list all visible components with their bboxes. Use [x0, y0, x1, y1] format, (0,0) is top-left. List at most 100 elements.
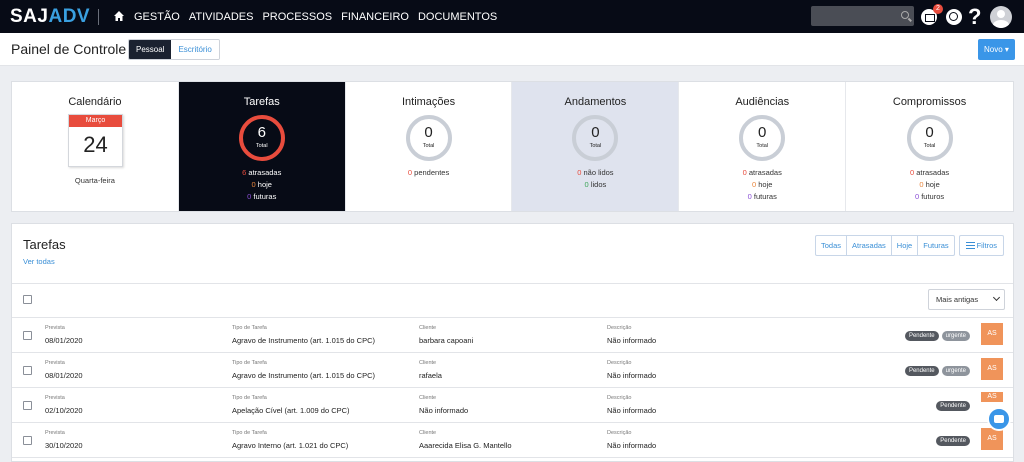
avatar[interactable]: [990, 6, 1012, 28]
row-checkbox[interactable]: [23, 436, 32, 445]
nav-financeiro[interactable]: FINANCEIRO: [341, 11, 409, 23]
page-header: Painel de Controle Pessoal Escritório No…: [0, 33, 1024, 66]
card-audiencias[interactable]: Audiências 0 Total 0 atrasadas 0 hoje 0 …: [679, 82, 847, 211]
tipo-value: Agravo de Instrumento (art. 1.015 do CPC…: [232, 371, 375, 380]
toggle-escritorio[interactable]: Escritório: [171, 40, 219, 59]
total-ring: 0 Total: [405, 115, 452, 161]
novo-button[interactable]: Novo ▾: [978, 39, 1015, 60]
total-label: Total: [756, 143, 769, 149]
card-tarefas[interactable]: Tarefas 6 Total 6 atrasadas 0 hoje 0 fut…: [178, 82, 346, 211]
status-badge: Pendente: [936, 436, 970, 446]
total-count: 0: [758, 124, 767, 141]
descricao-value: Não informado: [607, 336, 657, 345]
page-title: Painel de Controle: [11, 41, 127, 57]
logo-adv: ADV: [48, 6, 91, 27]
logo-divider: [98, 9, 99, 25]
stat-nao-lidos: 0 não lidos: [577, 168, 614, 177]
descricao-value: Não informado: [607, 406, 657, 415]
sort-select[interactable]: Mais antigas: [928, 289, 1005, 310]
stat-lidos: 0 lidos: [584, 180, 607, 189]
stat-atrasadas: 0 atrasadas: [909, 168, 950, 177]
nav-documentos[interactable]: DOCUMENTOS: [418, 11, 497, 23]
col-label: Prevista: [45, 360, 65, 366]
col-label: Tipo de Tarefa: [232, 325, 267, 331]
panel-title: Tarefas: [23, 237, 66, 252]
card-title: Audiências: [735, 96, 790, 108]
filter-futuras[interactable]: Futuras: [918, 236, 953, 255]
stat-atrasadas: 0 atrasadas: [742, 168, 782, 177]
prevista-value: 08/01/2020: [45, 336, 83, 345]
card-andamentos[interactable]: Andamentos 0 Total 0 não lidos 0 lidos: [512, 82, 680, 211]
chat-bot-icon[interactable]: [987, 407, 1011, 431]
calendar-day: 24: [83, 132, 108, 157]
total-count: 6: [257, 124, 266, 141]
table-row[interactable]: Prevista 30/10/2020 Tipo de Tarefa Agravo …: [12, 423, 1013, 458]
assignee-avatar[interactable]: AS: [981, 428, 1003, 450]
col-label: Descrição: [607, 430, 632, 436]
assignee-avatar[interactable]: AS: [981, 358, 1003, 380]
prevista-value: 30/10/2020: [45, 441, 83, 450]
assignee-avatar[interactable]: AS: [981, 392, 1003, 402]
card-title: Compromissos: [892, 96, 967, 108]
cliente-value: Aaarecida Elisa G. Mantello: [419, 441, 512, 450]
col-label: Tipo de Tarefa: [232, 395, 267, 401]
col-label: Tipo de Tarefa: [232, 360, 267, 366]
filter-icon: [966, 242, 975, 249]
assignee-avatar[interactable]: AS: [981, 323, 1003, 345]
col-label: Tipo de Tarefa: [232, 430, 267, 436]
app-logo[interactable]: SAJ ADV: [10, 6, 91, 27]
card-intimacoes[interactable]: Intimações 0 Total 0 pendentes: [346, 82, 513, 211]
total-count: 0: [591, 124, 600, 141]
descricao-value: Não informado: [607, 441, 657, 450]
task-filter-group: Todas Atrasadas Hoje Futuras: [815, 235, 955, 256]
chevron-down-icon: [992, 293, 1001, 302]
col-label: Prevista: [45, 430, 65, 436]
status-badge: Pendente: [904, 366, 939, 376]
tasks-panel: Tarefas Ver todas Todas Atrasadas Hoje F…: [11, 223, 1014, 462]
table-row[interactable]: Prevista 02/10/2020 Tipo de Tarefa Apelaçã…: [12, 388, 1013, 423]
status-badge: Pendente: [936, 401, 970, 411]
descricao-value: Não informado: [607, 371, 657, 380]
search-input[interactable]: [811, 6, 914, 26]
card-title: Tarefas: [243, 96, 280, 108]
stat-hoje: 0 hoje: [919, 180, 940, 189]
row-checkbox[interactable]: [23, 366, 32, 375]
stat-atrasadas: 6 atrasadas: [242, 168, 282, 177]
ver-todas-link[interactable]: Ver todas: [23, 257, 55, 266]
col-label: Cliente: [419, 360, 437, 366]
home-icon[interactable]: [113, 10, 125, 22]
filter-atrasadas[interactable]: Atrasadas: [847, 236, 892, 255]
tipo-value: Agravo de Instrumento (art. 1.015 do CPC…: [232, 336, 375, 345]
filter-todas[interactable]: Todas: [816, 236, 848, 255]
table-row[interactable]: Prevista 08/01/2020 Tipo de Tarefa Agravo …: [12, 353, 1013, 388]
row-checkbox[interactable]: [23, 401, 32, 410]
filtros-label: Filtros: [976, 241, 997, 250]
nav-processos[interactable]: PROCESSOS: [262, 11, 332, 23]
tipo-value: Agravo Interno (art. 1.021 do CPC): [232, 441, 349, 450]
divider: [12, 283, 1013, 284]
help-icon[interactable]: ?: [968, 4, 981, 30]
row-checkbox[interactable]: [23, 331, 32, 340]
col-label: Cliente: [419, 395, 437, 401]
col-label: Prevista: [45, 325, 65, 331]
clock-icon[interactable]: [946, 9, 962, 25]
table-row[interactable]: Prevista 08/01/2020 Tipo de Tarefa Agravo …: [12, 318, 1013, 353]
stat-hoje: 0 hoje: [752, 180, 773, 189]
select-all-checkbox[interactable]: [23, 295, 32, 304]
tipo-value: Apelação Cível (art. 1.009 do CPC): [232, 406, 350, 415]
stat-futuros: 0 futuros: [914, 192, 945, 201]
nav-gestao[interactable]: GESTÃO: [134, 11, 180, 23]
total-count: 0: [925, 124, 934, 141]
total-ring: 0 Total: [572, 115, 619, 161]
filtros-button[interactable]: Filtros: [959, 235, 1004, 256]
nav-atividades[interactable]: ATIVIDADES: [189, 11, 254, 23]
col-label: Prevista: [45, 395, 65, 401]
calendar-month: Março: [69, 115, 122, 127]
toggle-pessoal[interactable]: Pessoal: [129, 40, 172, 59]
total-ring: 6 Total: [238, 115, 285, 161]
card-compromissos[interactable]: Compromissos 0 Total 0 atrasadas 0 hoje …: [846, 82, 1013, 211]
filter-hoje[interactable]: Hoje: [892, 236, 919, 255]
total-label: Total: [923, 143, 936, 149]
card-calendario[interactable]: Calendário Março 24 Quarta-feira: [12, 82, 179, 211]
total-ring: 0 Total: [739, 115, 786, 161]
